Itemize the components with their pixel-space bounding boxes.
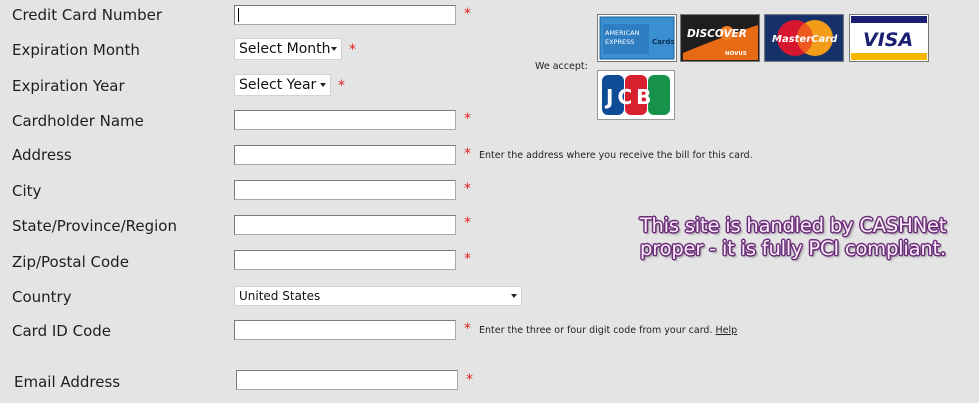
help-link[interactable]: Help: [716, 325, 738, 336]
we-accept-label: We accept:: [535, 61, 588, 72]
jcb-logo-graphic: JCB: [598, 71, 674, 119]
card-id-hint-text: Enter the three or four digit code from …: [479, 325, 713, 336]
card-id-hint: Enter the three or four digit code from …: [479, 325, 737, 336]
required-marker: *: [464, 6, 471, 22]
card-id-label: Card ID Code: [12, 322, 112, 340]
discover-subtext: NOVUS: [725, 51, 747, 57]
expiration-month-select[interactable]: Select Month: [234, 38, 342, 60]
amex-logo: AMERICAN EXPRESS Cards: [597, 14, 677, 62]
country-select[interactable]: United States: [234, 286, 522, 306]
pci-annotation-line2: proper - it is fully PCI compliant.: [640, 237, 946, 260]
required-marker: *: [466, 372, 473, 388]
address-hint: Enter the address where you receive the …: [479, 150, 753, 161]
visa-logo-graphic: VISA: [851, 16, 927, 60]
card-id-input[interactable]: [234, 320, 456, 340]
email-input[interactable]: [236, 370, 458, 390]
visa-logo: VISA: [849, 14, 929, 62]
amex-text-1: AMERICAN: [605, 29, 640, 37]
pci-annotation-line1: This site is handled by CASHNet: [639, 214, 947, 237]
cardholder-name-label: Cardholder Name: [12, 112, 144, 130]
credit-card-number-label: Credit Card Number: [12, 6, 162, 24]
discover-logo: DISCOVER NOVUS: [680, 14, 760, 62]
amex-text-3: Cards: [652, 38, 675, 46]
expiration-year-select[interactable]: Select Year: [234, 74, 331, 96]
required-marker: *: [338, 78, 345, 94]
required-marker: *: [349, 42, 356, 58]
expiration-month-value: Select Month: [239, 41, 331, 57]
visa-text: VISA: [863, 29, 913, 51]
required-marker: *: [464, 215, 471, 231]
cardholder-name-input[interactable]: [234, 110, 456, 130]
required-marker: *: [464, 251, 471, 267]
country-label: Country: [12, 288, 72, 306]
mastercard-logo: MasterCard: [764, 14, 844, 62]
required-marker: *: [464, 321, 471, 337]
jcb-text: JCB: [604, 85, 655, 109]
amex-logo-graphic: AMERICAN EXPRESS Cards: [599, 16, 675, 60]
mastercard-logo-graphic: MasterCard: [766, 16, 842, 60]
state-input[interactable]: [234, 215, 456, 235]
dropdown-arrow-icon: [511, 294, 517, 298]
expiration-year-value: Select Year: [239, 77, 317, 93]
credit-card-number-input[interactable]: [234, 5, 456, 25]
discover-logo-graphic: DISCOVER NOVUS: [682, 16, 758, 60]
zip-input[interactable]: [234, 250, 456, 270]
amex-text-2: EXPRESS: [605, 38, 634, 46]
text-cursor: [238, 8, 239, 22]
dropdown-arrow-icon: [331, 47, 337, 51]
required-marker: *: [464, 111, 471, 127]
address-label: Address: [12, 146, 72, 164]
email-label: Email Address: [14, 373, 121, 391]
state-label: State/Province/Region: [12, 217, 177, 235]
mastercard-text: MasterCard: [772, 34, 838, 45]
city-label: City: [12, 182, 42, 200]
expiration-month-label: Expiration Month: [12, 41, 140, 59]
expiration-year-label: Expiration Year: [12, 77, 125, 95]
dropdown-arrow-icon: [320, 83, 326, 87]
required-marker: *: [464, 181, 471, 197]
address-input[interactable]: [234, 145, 456, 165]
pci-annotation: This site is handled by CASHNet proper -…: [628, 214, 958, 260]
zip-label: Zip/Postal Code: [12, 253, 129, 271]
country-value: United States: [239, 289, 321, 303]
required-marker: *: [464, 146, 471, 162]
discover-text: DISCOVER: [687, 28, 747, 40]
jcb-logo: JCB: [597, 70, 675, 120]
city-input[interactable]: [234, 180, 456, 200]
